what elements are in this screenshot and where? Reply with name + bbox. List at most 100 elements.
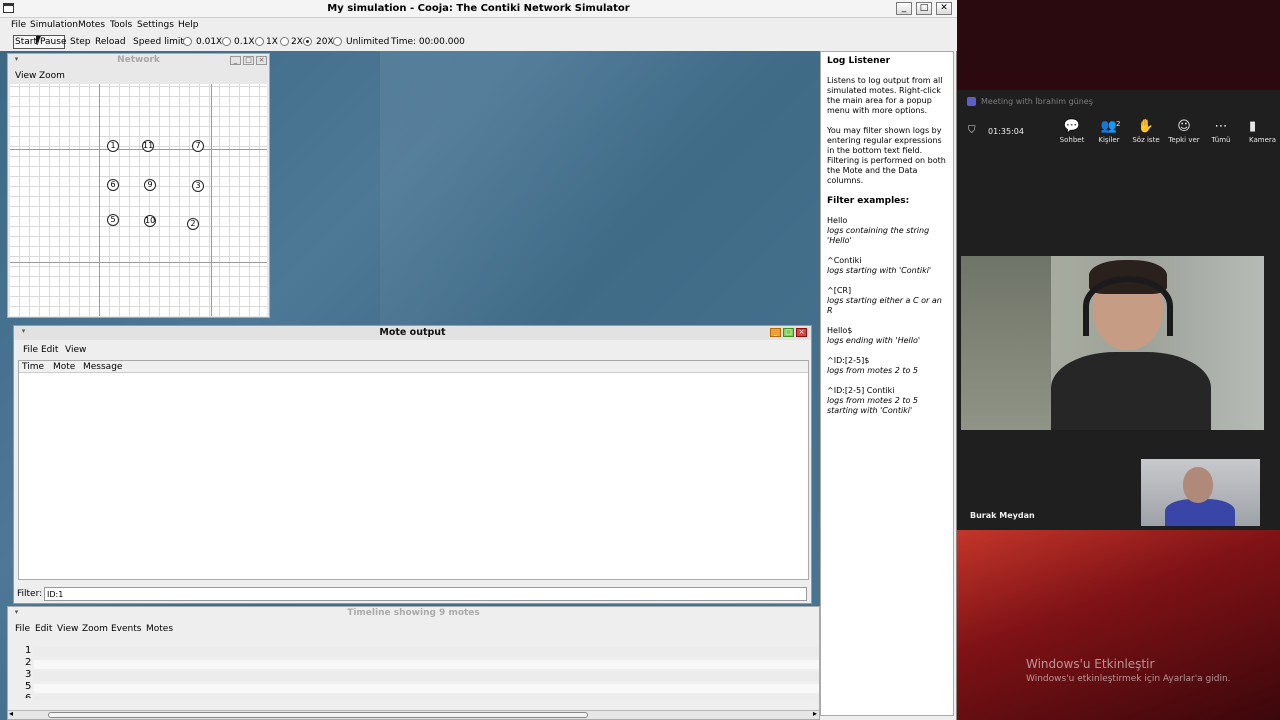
people-button[interactable]: 👥 Kişiler 2 [1089, 118, 1129, 144]
mote-node[interactable]: 1 [107, 140, 119, 152]
example-expression: Hello [827, 216, 848, 225]
mote-output-menu-edit[interactable]: Edit [41, 345, 58, 355]
mote-node[interactable]: 10 [144, 215, 156, 227]
timeline-menu-motes[interactable]: Motes [146, 624, 173, 634]
timeline-row[interactable] [34, 660, 819, 669]
menu-motes[interactable]: Motes [78, 20, 105, 30]
mouse-pointer-icon [36, 36, 44, 45]
speed-label-20x: 20X [316, 37, 334, 47]
frame-menu-icon[interactable]: ▾ [11, 56, 22, 65]
example-description: logs ending with 'Hello' [827, 336, 921, 345]
timeline-menu-events[interactable]: Events [111, 624, 141, 634]
minimize-icon[interactable]: _ [896, 2, 912, 15]
column-time[interactable]: Time [22, 362, 44, 372]
mote-node[interactable]: 6 [107, 179, 119, 191]
timeline-row-label: 6 [25, 693, 31, 698]
mote-node[interactable]: 2 [187, 218, 199, 230]
menu-help[interactable]: Help [178, 20, 199, 30]
frame-menu-icon[interactable]: ▾ [11, 609, 22, 618]
menu-bar: File Simulation Motes Tools Settings Hel… [0, 18, 957, 33]
mote-output-menu-view[interactable]: View [65, 345, 86, 355]
menu-settings[interactable]: Settings [137, 20, 174, 30]
example-description: logs containing the string 'Hello' [827, 226, 930, 245]
timeline-row[interactable] [34, 694, 819, 700]
network-close-icon[interactable]: × [256, 56, 267, 65]
more-icon: ⋯ [1214, 119, 1228, 134]
headphones-icon [1083, 276, 1173, 336]
mote-node[interactable]: 11 [142, 140, 154, 152]
mote-output-maximize-icon[interactable]: □ [783, 328, 794, 337]
chat-label: Sohbet [1059, 136, 1085, 144]
speed-radio-2x[interactable] [280, 37, 289, 46]
network-minimize-icon[interactable]: _ [230, 56, 241, 65]
menu-tools[interactable]: Tools [110, 20, 132, 30]
mote-output-window: Mote output ▾ _ □ × File Edit View Time … [13, 325, 812, 604]
speed-radio-unlimited[interactable] [333, 37, 342, 46]
mote-output-table-header: Time Mote Message [19, 361, 808, 373]
meeting-window: Meeting with İbrahim güneş ⛉ 01:35:04 💬 S… [957, 90, 1280, 530]
mote-output-title: Mote output [14, 326, 811, 340]
timeline-horizontal-scrollbar[interactable]: ◂ ▸ [8, 709, 819, 719]
more-button[interactable]: ⋯ Tümü [1201, 118, 1241, 144]
menu-simulation[interactable]: Simulation [30, 20, 78, 30]
maximize-icon[interactable]: □ [916, 2, 932, 15]
camera-button[interactable]: ▮ Kamera [1249, 118, 1280, 144]
log-listener-filter-help: You may filter shown logs by entering re… [827, 126, 946, 185]
network-maximize-icon[interactable]: □ [243, 56, 254, 65]
speed-radio-1x[interactable] [255, 37, 264, 46]
simulation-toolbar: Start/Pause Step Reload Speed limit: 0.0… [0, 33, 957, 51]
log-listener-title: Log Listener [827, 56, 891, 66]
react-icon: ☺ [1177, 119, 1191, 134]
mote-node[interactable]: 7 [192, 140, 204, 152]
timeline-menu-edit[interactable]: Edit [35, 624, 52, 634]
raise-hand-button[interactable]: ✋ Söz iste [1126, 118, 1166, 144]
self-video-thumbnail[interactable] [1141, 459, 1260, 526]
speed-radio-20x[interactable] [303, 37, 312, 46]
filter-example: ^[CR] logs starting either a C or an R [827, 286, 947, 316]
participant-name-label: Burak Meydan [970, 511, 1035, 520]
network-axis-vertical [211, 84, 212, 316]
react-button[interactable]: ☺ Tepki ver [1164, 118, 1204, 144]
scrollbar-thumb[interactable] [48, 712, 588, 718]
timeline-row[interactable] [34, 672, 819, 681]
mote-output-close-icon[interactable]: × [796, 328, 807, 337]
filter-example: ^Contiki logs starting with 'Contiki' [827, 256, 947, 276]
step-button[interactable]: Step [70, 37, 91, 47]
speed-radio-0.1x[interactable] [222, 37, 231, 46]
network-menu-zoom[interactable]: Zoom [39, 71, 65, 81]
frame-menu-icon[interactable]: ▾ [18, 328, 29, 337]
log-listener-panel[interactable]: Log Listener Listens to log output from … [820, 51, 954, 716]
network-menu-view[interactable]: View [15, 71, 36, 81]
mote-node[interactable]: 5 [107, 214, 119, 226]
mote-output-menu-file[interactable]: File [23, 345, 38, 355]
filter-input[interactable] [44, 587, 807, 601]
example-expression: ^ID:[2-5]$ [827, 356, 870, 365]
participant-body [1051, 352, 1211, 430]
column-mote[interactable]: Mote [53, 362, 75, 372]
timeline-row[interactable] [34, 647, 819, 656]
network-canvas[interactable]: 1 11 7 6 9 3 5 10 2 [10, 84, 267, 316]
timeline-menu-zoom[interactable]: Zoom [82, 624, 108, 634]
speed-radio-0.01x[interactable] [183, 37, 192, 46]
timeline-menu-file[interactable]: File [15, 624, 30, 634]
scroll-right-icon[interactable]: ▸ [813, 709, 817, 718]
activation-subtext: Windows'u etkinleştirmek için Ayarlar'a … [1026, 674, 1231, 684]
reload-button[interactable]: Reload [95, 37, 126, 47]
filter-label: Filter: [17, 589, 43, 599]
mote-output-minimize-icon[interactable]: _ [770, 328, 781, 337]
mote-node[interactable]: 3 [192, 180, 204, 192]
speed-label-0.01x: 0.01X [196, 37, 223, 47]
menu-file[interactable]: File [11, 20, 26, 30]
scroll-left-icon[interactable]: ◂ [9, 709, 13, 718]
title-bar: My simulation - Cooja: The Contiki Netwo… [0, 0, 957, 18]
mote-node[interactable]: 9 [144, 179, 156, 191]
network-axis-horizontal [10, 262, 267, 263]
column-message[interactable]: Message [83, 362, 122, 372]
timeline-row[interactable] [34, 684, 819, 693]
chat-icon: 💬 [1063, 119, 1081, 134]
close-icon[interactable]: ✕ [936, 2, 952, 15]
timeline-row-label: 5 [25, 681, 32, 692]
chat-button[interactable]: 💬 Sohbet [1052, 118, 1092, 144]
mote-output-table[interactable]: Time Mote Message [18, 360, 809, 580]
timeline-menu-view[interactable]: View [57, 624, 78, 634]
